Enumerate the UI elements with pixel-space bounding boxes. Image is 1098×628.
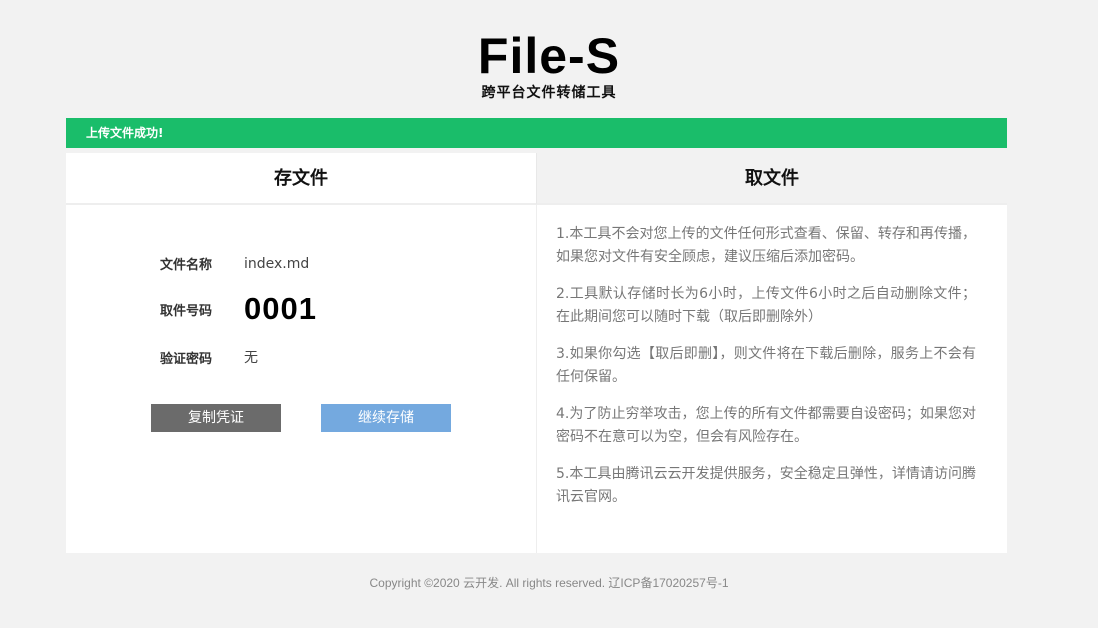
success-alert: 上传文件成功! [66,118,1007,148]
panel-divider [536,205,537,553]
file-name-row: 文件名称 index.md [160,254,310,274]
pickup-code-value: 0001 [244,291,317,326]
note-item: 4.为了防止穷举攻击，您上传的所有文件都需要自设密码；如果您对密码不在意可以为空… [556,406,976,445]
tab-store-file[interactable]: 存文件 [66,153,536,205]
header: File-S 跨平台文件转储工具 [0,28,1098,102]
app-logo: File-S [477,28,621,84]
note-item: 1.本工具不会对您上传的文件任何形式查看、保留、转存和再传播，如果您对文件有安全… [556,226,976,265]
note-item: 5.本工具由腾讯云云开发提供服务，安全稳定且弹性，详情请访问腾讯云官网。 [556,466,976,505]
pickup-code-label: 取件号码 [160,303,213,319]
footer: Copyright ©2020 云开发. All rights reserved… [0,574,1098,591]
password-label: 验证密码 [160,351,213,367]
pickup-code-row: 取件号码 0001 [160,291,317,327]
file-name-value: index.md [244,255,310,272]
password-value: 无 [244,350,258,366]
note-item: 2.工具默认存储时长为6小时，上传文件6小时之后自动删除文件；在此期间您可以随时… [556,286,976,325]
copy-credential-button[interactable]: 复制凭证 [151,404,281,432]
notes-list: 1.本工具不会对您上传的文件任何形式查看、保留、转存和再传播，如果您对文件有安全… [556,223,976,523]
note-item: 3.如果你勾选【取后即删】，则文件将在下载后删除，服务上不会有任何保留。 [556,346,976,385]
copyright-text: Copyright ©2020 云开发. All rights reserved… [369,576,729,590]
main-panel: 存文件 取文件 文件名称 index.md 取件号码 0001 验证密码 无 复… [66,153,1007,553]
app-subtitle: 跨平台文件转储工具 [481,85,617,101]
continue-storing-button[interactable]: 继续存储 [321,404,451,432]
alert-message: 上传文件成功! [86,126,164,140]
password-row: 验证密码 无 [160,347,258,367]
file-name-label: 文件名称 [160,258,213,273]
tab-retrieve-file[interactable]: 取文件 [536,153,1007,205]
